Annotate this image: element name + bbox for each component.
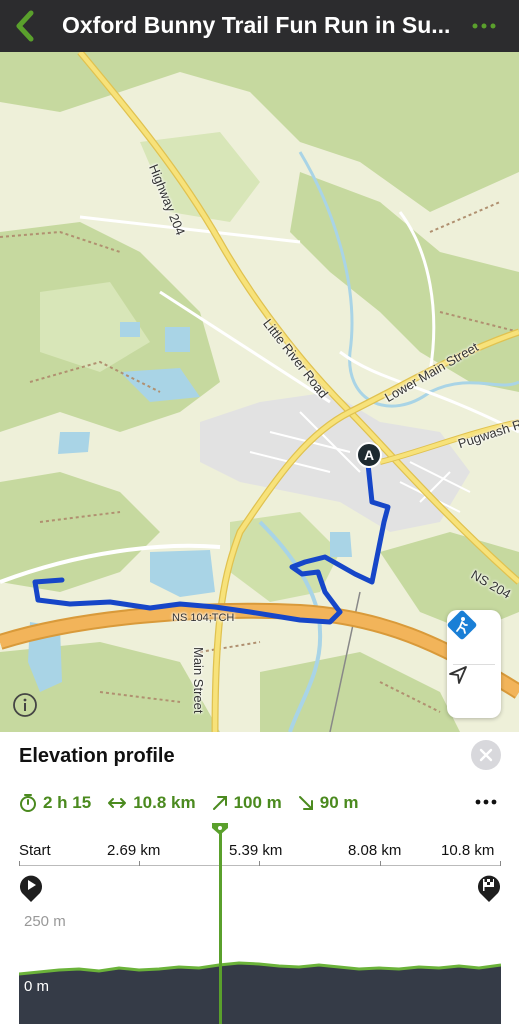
map-view[interactable]: Highway 204 Little River Road Lower Main… bbox=[0, 52, 519, 732]
stat-duration: 2 h 15 bbox=[19, 793, 91, 813]
axis-tick-label-3: 8.08 km bbox=[348, 842, 402, 859]
axis-tick bbox=[259, 861, 260, 866]
axis-start-label: Start bbox=[19, 842, 51, 859]
descent-arrow-icon bbox=[298, 796, 313, 810]
position-scrubber-line[interactable] bbox=[219, 828, 222, 1024]
stat-descent: 90 m bbox=[298, 793, 359, 813]
descent-value: 90 m bbox=[319, 793, 359, 812]
elevation-chart[interactable] bbox=[19, 912, 501, 1024]
axis-line bbox=[19, 865, 501, 866]
map-canvas bbox=[0, 52, 519, 732]
axis-tick bbox=[139, 861, 140, 866]
distance-value: 10.8 km bbox=[133, 793, 196, 812]
info-icon bbox=[13, 693, 37, 717]
axis-tick bbox=[19, 861, 20, 866]
elevation-panel: Elevation profile 2 h 15 10.8 km 100 m 9… bbox=[0, 732, 519, 1024]
position-scrubber-handle[interactable] bbox=[211, 822, 229, 836]
location-arrow-icon bbox=[449, 666, 467, 684]
stat-ascent: 100 m bbox=[212, 793, 282, 813]
label-main-street: Main Street bbox=[191, 647, 206, 714]
top-bar: Oxford Bunny Trail Fun Run in Su... bbox=[0, 0, 519, 52]
ascent-value: 100 m bbox=[233, 793, 282, 812]
stopwatch-icon bbox=[20, 794, 36, 812]
axis-tick-label-2: 5.39 km bbox=[229, 842, 283, 859]
hiking-icon bbox=[447, 610, 477, 640]
stat-distance: 10.8 km bbox=[107, 793, 196, 813]
distance-axis: Start 2.69 km 5.39 km 8.08 km 10.8 km bbox=[19, 842, 501, 862]
route-stats: 2 h 15 10.8 km 100 m 90 m bbox=[19, 792, 375, 814]
ascent-arrow-icon bbox=[212, 796, 227, 810]
distance-arrows-icon bbox=[108, 798, 127, 808]
map-controls bbox=[447, 610, 501, 718]
axis-end-label: 10.8 km bbox=[441, 842, 495, 859]
stats-more-button[interactable] bbox=[473, 792, 499, 812]
start-marker[interactable]: A bbox=[356, 442, 382, 468]
duration-value: 2 h 15 bbox=[43, 793, 92, 812]
axis-tick-label-1: 2.69 km bbox=[107, 842, 161, 859]
activity-button[interactable] bbox=[447, 610, 501, 664]
finish-flag-icon bbox=[476, 873, 502, 903]
more-options-button[interactable] bbox=[469, 14, 499, 38]
label-ns104: NS 104;TCH bbox=[172, 612, 235, 624]
start-point-icon bbox=[18, 873, 44, 903]
close-button[interactable] bbox=[471, 740, 501, 770]
axis-tick bbox=[500, 861, 501, 866]
elevation-bottom-label: 0 m bbox=[24, 978, 50, 995]
more-horizontal-icon bbox=[475, 799, 497, 805]
locate-button[interactable] bbox=[447, 664, 501, 718]
close-icon bbox=[479, 748, 493, 762]
map-info-button[interactable] bbox=[12, 692, 38, 718]
more-horizontal-icon bbox=[472, 23, 496, 29]
chevron-left-icon bbox=[16, 10, 34, 42]
page-title: Oxford Bunny Trail Fun Run in Su... bbox=[62, 12, 451, 38]
back-button[interactable] bbox=[10, 8, 40, 44]
axis-tick bbox=[380, 861, 381, 866]
elevation-title: Elevation profile bbox=[19, 745, 175, 767]
